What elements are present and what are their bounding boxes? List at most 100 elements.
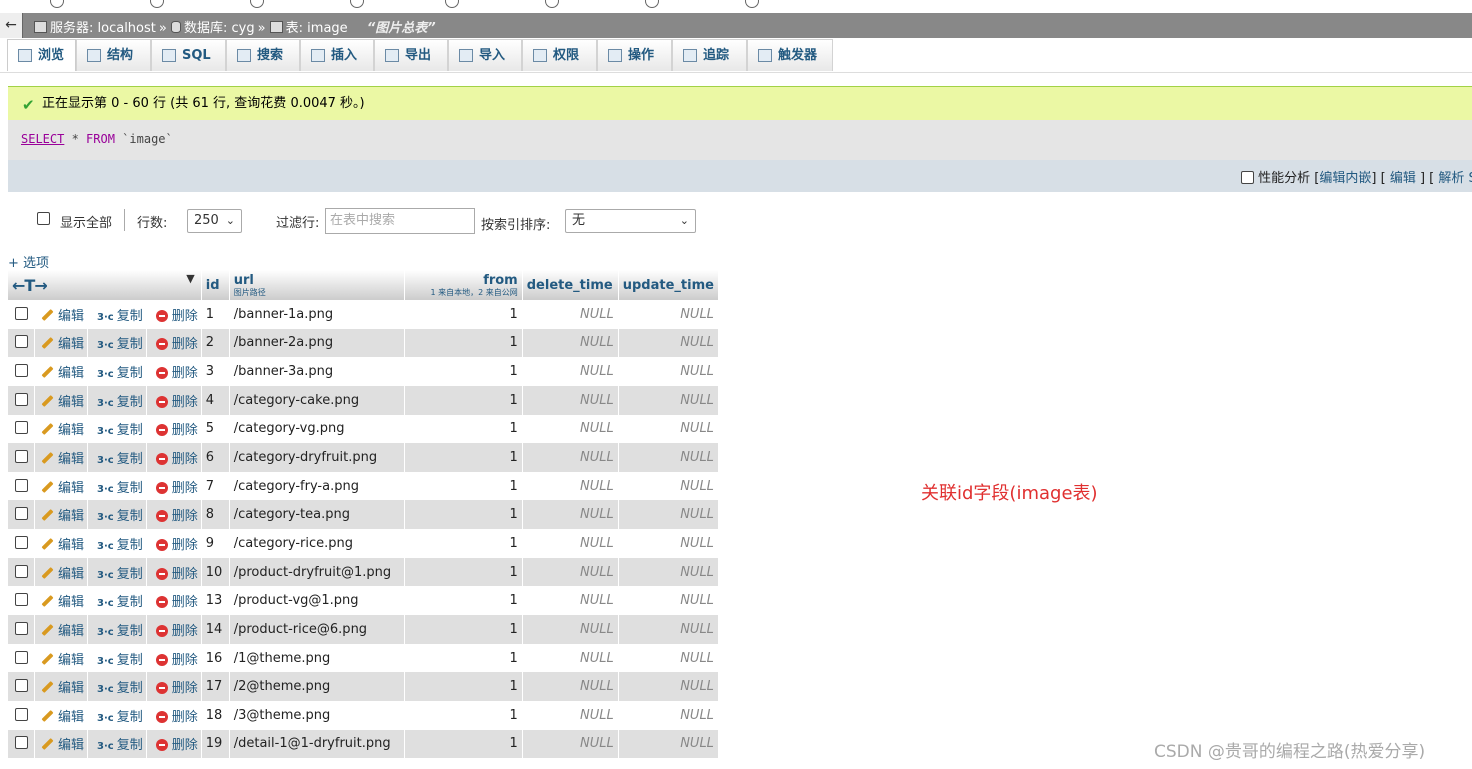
cell-update-time[interactable]: NULL [618,700,719,730]
bookmark-icon[interactable] [545,0,559,8]
edit-button[interactable]: 编辑 [34,643,89,673]
cell-delete-time[interactable]: NULL [522,328,619,358]
column-header-delete-time[interactable]: delete_time [522,270,619,300]
edit-button[interactable]: 编辑 [34,385,89,415]
copy-button[interactable]: 3·c 复制 [87,529,147,558]
table-row[interactable]: 编辑 3·c 复制 删除 1/banner-1a.png 1 NULL NULL [8,300,719,329]
cell-id[interactable]: 3 [201,357,230,386]
cell-url[interactable]: /banner-1a.png [229,300,405,329]
bookmark-icon[interactable] [50,0,64,8]
sort-down-icon[interactable]: ▼ [186,272,194,285]
cell-id[interactable]: 8 [201,500,230,530]
row-checkbox[interactable] [8,328,35,358]
cell-id[interactable]: 14 [201,615,230,644]
cell-from[interactable]: 1 [404,385,523,415]
cell-url[interactable]: /detail-1@1-dryfruit.png [229,729,405,759]
cell-url[interactable]: /product-rice@6.png [229,615,405,644]
bookmark-icon[interactable] [150,0,164,8]
table-row[interactable]: 编辑 3·c 复制 删除 5/category-vg.png 1 NULL NULL [8,414,719,444]
delete-button[interactable]: 删除 [146,672,202,701]
cell-update-time[interactable]: NULL [618,357,719,386]
cell-url[interactable]: /category-dryfruit.png [229,443,405,472]
delete-button[interactable]: 删除 [146,443,202,472]
profiling-checkbox[interactable] [1241,171,1254,184]
cell-id[interactable]: 9 [201,529,230,558]
table-row[interactable]: 编辑 3·c 复制 删除 19/detail-1@1-dryfruit.png 1 NULL… [8,729,719,759]
cell-id[interactable]: 4 [201,385,230,415]
row-checkbox[interactable] [8,529,35,558]
edit-button[interactable]: 编辑 [34,557,89,587]
delete-button[interactable]: 删除 [146,700,202,730]
cell-url[interactable]: /category-cake.png [229,385,405,415]
copy-button[interactable]: 3·c 复制 [87,328,147,358]
cell-from[interactable]: 1 [404,471,523,501]
cell-from[interactable]: 1 [404,700,523,730]
table-row[interactable]: 编辑 3·c 复制 删除 16/1@theme.png 1 NULL NULL [8,643,719,673]
cell-delete-time[interactable]: NULL [522,700,619,730]
column-move-arrows[interactable]: ←T→ [12,276,48,295]
edit-button[interactable]: 编辑 [34,471,89,501]
cell-update-time[interactable]: NULL [618,729,719,759]
cell-url[interactable]: /2@theme.png [229,672,405,701]
cell-delete-time[interactable]: NULL [522,643,619,673]
bookmark-icon[interactable] [645,0,659,8]
cell-url[interactable]: /1@theme.png [229,643,405,673]
delete-button[interactable]: 删除 [146,615,202,644]
edit-inline-link[interactable]: 编辑内嵌 [1319,171,1371,186]
edit-button[interactable]: 编辑 [34,615,89,644]
table-row[interactable]: 编辑 3·c 复制 删除 14/product-rice@6.png 1 NULL NULL [8,615,719,644]
delete-button[interactable]: 删除 [146,500,202,530]
column-header-from[interactable]: from 1 来自本地，2 来自公网 [404,270,523,300]
table-row[interactable]: 编辑 3·c 复制 删除 9/category-rice.png 1 NULL NULL [8,529,719,558]
cell-url[interactable]: /product-dryfruit@1.png [229,557,405,587]
breadcrumb-database[interactable]: 数据库: cyg [184,21,255,36]
edit-button[interactable]: 编辑 [34,414,89,444]
cell-url[interactable]: /category-fry-a.png [229,471,405,501]
cell-delete-time[interactable]: NULL [522,729,619,759]
edit-link[interactable]: 编辑 [1390,171,1416,186]
cell-delete-time[interactable]: NULL [522,529,619,558]
breadcrumb-server[interactable]: 服务器: localhost [50,21,156,36]
cell-delete-time[interactable]: NULL [522,672,619,701]
tab-import[interactable]: 导入 [448,39,522,71]
cell-from[interactable]: 1 [404,357,523,386]
cell-update-time[interactable]: NULL [618,615,719,644]
delete-button[interactable]: 删除 [146,557,202,587]
copy-button[interactable]: 3·c 复制 [87,300,147,329]
row-checkbox[interactable] [8,385,35,415]
copy-button[interactable]: 3·c 复制 [87,672,147,701]
cell-update-time[interactable]: NULL [618,586,719,616]
cell-update-time[interactable]: NULL [618,557,719,587]
cell-from[interactable]: 1 [404,643,523,673]
tab-tracking[interactable]: 追踪 [672,39,747,71]
cell-id[interactable]: 5 [201,414,230,444]
cell-delete-time[interactable]: NULL [522,300,619,329]
copy-button[interactable]: 3·c 复制 [87,586,147,616]
column-from-label[interactable]: from [483,273,518,288]
cell-from[interactable]: 1 [404,557,523,587]
edit-button[interactable]: 编辑 [34,443,89,472]
cell-id[interactable]: 16 [201,643,230,673]
row-checkbox[interactable] [8,586,35,616]
cell-from[interactable]: 1 [404,300,523,329]
bookmark-icon[interactable] [250,0,264,8]
row-checkbox[interactable] [8,414,35,444]
cell-from[interactable]: 1 [404,672,523,701]
copy-button[interactable]: 3·c 复制 [87,557,147,587]
table-row[interactable]: 编辑 3·c 复制 删除 13/product-vg@1.png 1 NULL NULL [8,586,719,616]
column-arrows-header[interactable]: ←T→ ▼ [8,270,202,300]
show-all-checkbox[interactable] [37,212,50,227]
table-row[interactable]: 编辑 3·c 复制 删除 2/banner-2a.png 1 NULL NULL [8,328,719,358]
tab-triggers[interactable]: 触发器 [747,39,833,71]
cell-from[interactable]: 1 [404,414,523,444]
cell-delete-time[interactable]: NULL [522,414,619,444]
edit-button[interactable]: 编辑 [34,357,89,386]
delete-button[interactable]: 删除 [146,471,202,501]
bookmark-icon[interactable] [350,0,364,8]
cell-id[interactable]: 7 [201,471,230,501]
cell-update-time[interactable]: NULL [618,643,719,673]
copy-button[interactable]: 3·c 复制 [87,700,147,730]
cell-update-time[interactable]: NULL [618,328,719,358]
table-row[interactable]: 编辑 3·c 复制 删除 17/2@theme.png 1 NULL NULL [8,672,719,701]
cell-update-time[interactable]: NULL [618,529,719,558]
